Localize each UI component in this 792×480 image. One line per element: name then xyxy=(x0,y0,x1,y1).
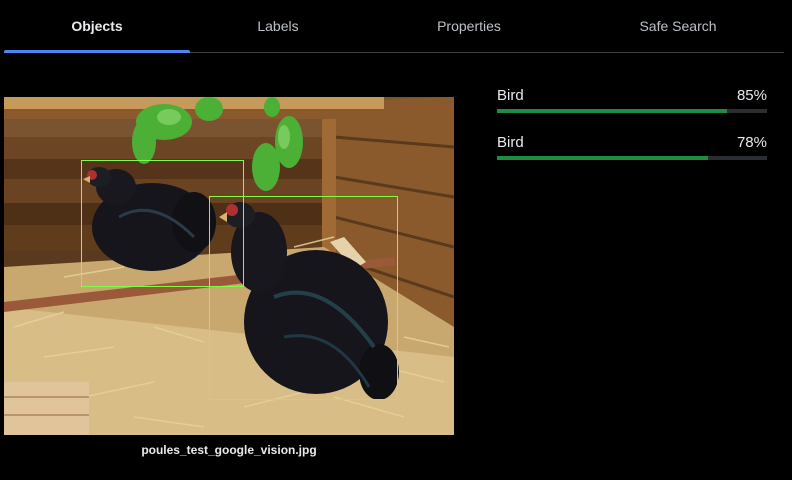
confidence-bar-fill xyxy=(497,109,727,113)
result-item[interactable]: Bird 78% xyxy=(497,133,767,180)
result-score: 85% xyxy=(736,87,767,104)
result-label: Bird xyxy=(497,134,524,151)
result-label: Bird xyxy=(497,87,524,104)
tab-safe-search-label: Safe Search xyxy=(639,18,717,34)
bounding-box-bird-2[interactable] xyxy=(209,196,398,400)
tab-objects-label: Objects xyxy=(71,18,123,34)
tab-safe-search[interactable]: Safe Search xyxy=(572,0,784,52)
image-filename: poules_test_google_vision.jpg xyxy=(141,443,317,457)
result-score: 78% xyxy=(736,134,767,151)
results-list: Bird 85% Bird 78% xyxy=(497,86,767,180)
tab-bar: Objects Labels Properties Safe Search xyxy=(4,0,784,53)
tab-labels-label: Labels xyxy=(257,18,299,34)
confidence-bar-fill xyxy=(497,156,708,160)
tab-properties[interactable]: Properties xyxy=(366,0,572,52)
confidence-bar xyxy=(497,156,767,160)
tab-properties-label: Properties xyxy=(437,18,501,34)
confidence-bar xyxy=(497,109,767,113)
analyzed-image xyxy=(4,97,454,435)
tab-objects[interactable]: Objects xyxy=(4,0,190,53)
result-item[interactable]: Bird 85% xyxy=(497,86,767,133)
tab-labels[interactable]: Labels xyxy=(190,0,366,52)
